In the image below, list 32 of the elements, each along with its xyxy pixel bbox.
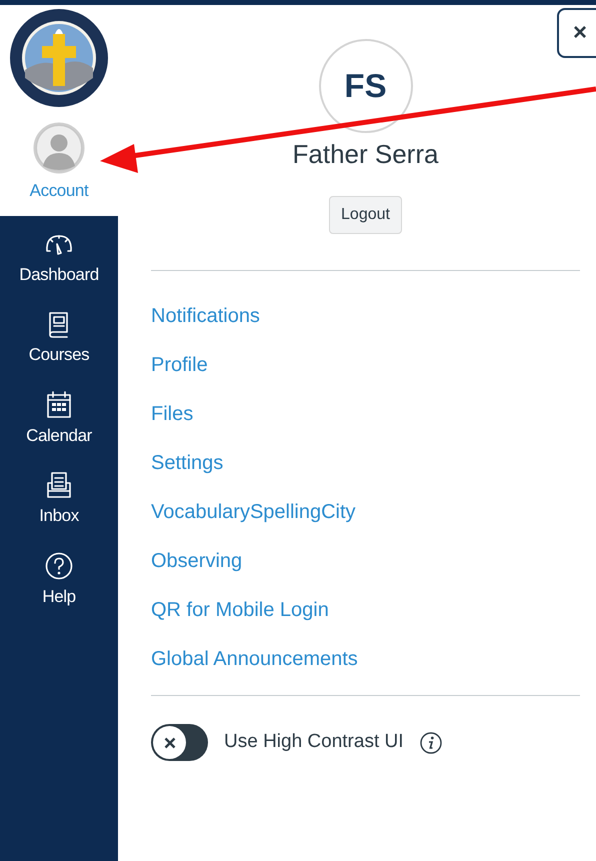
nav-help-link[interactable]: Help: [0, 546, 118, 626]
high-contrast-toggle[interactable]: [151, 724, 208, 761]
user-initials-avatar: FS: [318, 39, 412, 133]
calendar-icon: [46, 390, 72, 418]
nav-label: Help: [42, 586, 76, 608]
account-menu-link[interactable]: Global Announcements: [151, 645, 358, 674]
nav-label: Inbox: [39, 505, 79, 527]
nav-label: Calendar: [26, 424, 92, 446]
info-icon[interactable]: [420, 732, 442, 754]
account-menu-link[interactable]: Settings: [151, 449, 224, 478]
account-menu-link[interactable]: QR for Mobile Login: [151, 596, 329, 625]
person-avatar-icon: [33, 122, 85, 174]
nav-label: Courses: [28, 344, 90, 366]
nav-dashboard-link[interactable]: Dashboard: [0, 226, 118, 304]
tray-icon: [46, 471, 72, 499]
account-menu-link[interactable]: Profile: [151, 351, 208, 380]
nav-label: Account: [30, 180, 88, 202]
account-menu-link[interactable]: Notifications: [151, 302, 260, 331]
account-menu-link[interactable]: VocabularySpellingCity: [151, 498, 356, 527]
nav-calendar-link[interactable]: Calendar: [0, 384, 118, 465]
nav-label: Dashboard: [19, 264, 99, 286]
x-icon: [164, 736, 176, 748]
account-menu-link[interactable]: Observing: [151, 547, 242, 576]
book-icon: [47, 310, 71, 338]
nav-inbox-link[interactable]: Inbox: [0, 465, 118, 546]
logout-button[interactable]: Logout: [329, 196, 402, 234]
toggle-label: Use High Contrast UI: [224, 730, 404, 754]
account-menu-link[interactable]: Files: [151, 400, 194, 429]
user-name: Father Serra: [292, 138, 438, 171]
close-button[interactable]: ×: [557, 8, 596, 58]
nav-courses-link[interactable]: Courses: [0, 304, 118, 384]
help-icon: [45, 552, 73, 580]
